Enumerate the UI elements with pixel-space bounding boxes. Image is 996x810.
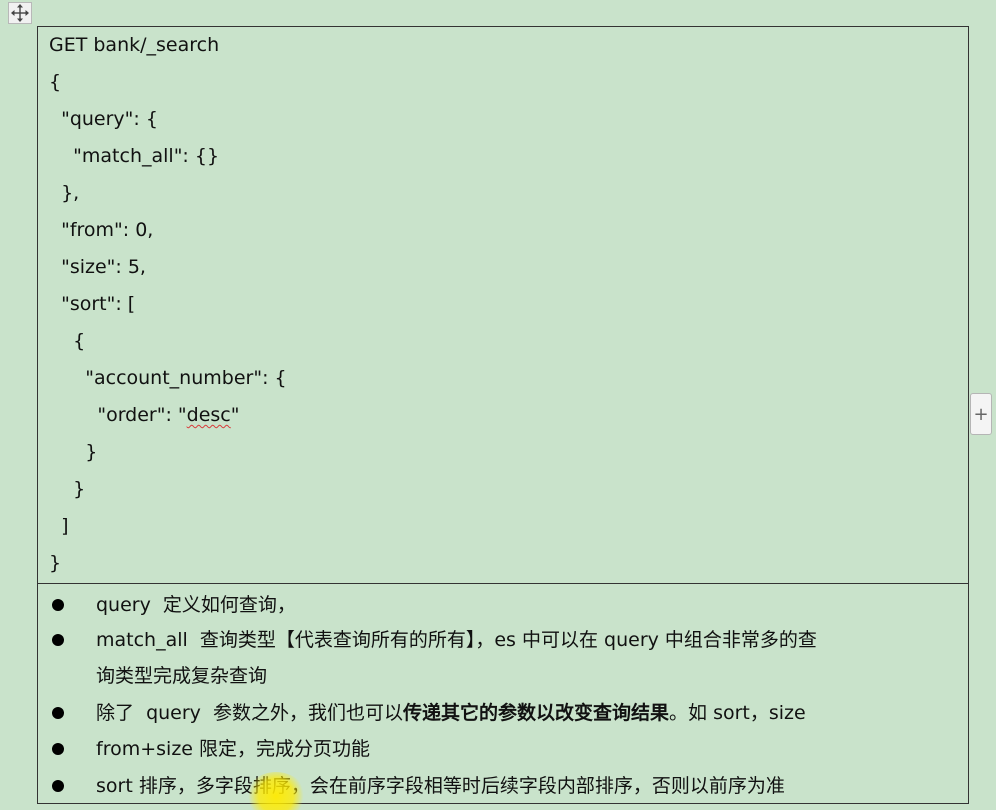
content-table: GET bank/_search { "query": { "match_all… xyxy=(37,26,969,804)
code-line: "query": { xyxy=(49,108,158,130)
bullet-icon xyxy=(52,743,64,755)
note-text: from+size 限定，完成分页功能 xyxy=(96,738,371,760)
code-line: "sort": [ xyxy=(49,293,136,315)
code-line-order: "order": "desc" xyxy=(49,403,240,427)
note-text-continued: 询类型完成复杂查询 xyxy=(96,665,268,687)
code-line: } xyxy=(49,478,86,500)
notes-cell[interactable]: query 定义如何查询， match_all 查询类型【代表查询所有的所有】，… xyxy=(38,584,968,804)
note-text-bold: 传递其它的参数以改变查询结果 xyxy=(403,702,670,724)
note-text: sort 排序，多字段排序，会在前序字段相等时后续字段内部排序，否则以前序为准 xyxy=(96,775,785,797)
code-line: { xyxy=(49,330,86,352)
note-text: query 定义如何查询， xyxy=(96,594,296,616)
note-text-part: 除了 query 参数之外，我们也可以 xyxy=(96,702,404,724)
code-line: "size": 5, xyxy=(49,256,146,278)
code-line: GET bank/_search xyxy=(49,34,220,56)
bullet-icon xyxy=(52,634,64,646)
order-suffix: " xyxy=(230,404,240,426)
code-line: ] xyxy=(49,515,69,537)
order-prefix: "order": " xyxy=(97,404,187,426)
code-line: "from": 0, xyxy=(49,219,154,241)
note-text: 除了 query 参数之外，我们也可以传递其它的参数以改变查询结果。如 sort… xyxy=(96,701,806,725)
document-page: GET bank/_search { "query": { "match_all… xyxy=(0,0,996,810)
code-line: }, xyxy=(49,182,80,204)
bullet-icon xyxy=(52,707,64,719)
code-line: } xyxy=(49,552,62,574)
code-line: { xyxy=(49,71,62,93)
move-arrows-icon[interactable] xyxy=(8,2,32,24)
note-text: match_all 查询类型【代表查询所有的所有】，es 中可以在 query … xyxy=(96,629,817,651)
plus-icon[interactable]: + xyxy=(970,393,992,435)
code-line: "match_all": {} xyxy=(49,145,220,167)
bullet-icon xyxy=(52,599,64,611)
code-line: } xyxy=(49,441,98,463)
code-cell[interactable]: GET bank/_search { "query": { "match_all… xyxy=(38,27,968,584)
code-line: "account_number": { xyxy=(49,367,287,389)
spellcheck-word-desc: desc xyxy=(186,404,231,426)
bullet-icon xyxy=(52,780,64,792)
note-text-part: 。如 sort，size xyxy=(669,702,806,724)
